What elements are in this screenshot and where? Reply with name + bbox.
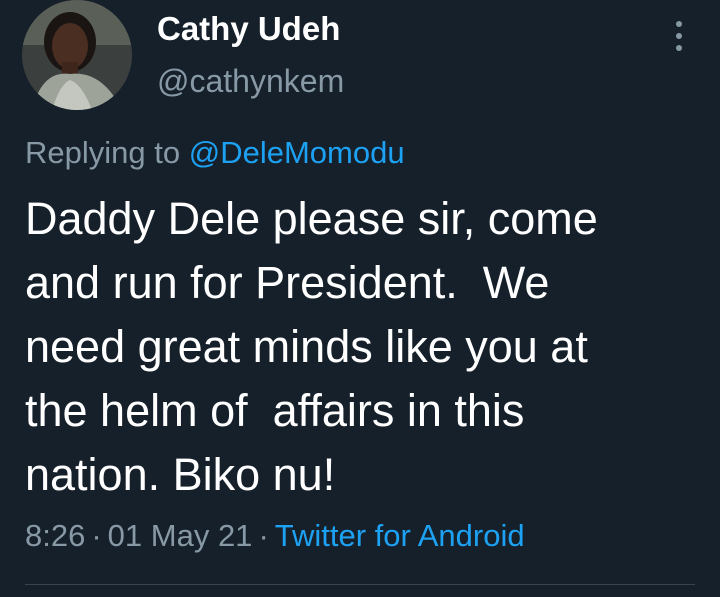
divider xyxy=(25,584,695,585)
tweet-text: Daddy Dele please sir, come and run for … xyxy=(25,193,598,500)
reply-mention-link[interactable]: @DeleMomodu xyxy=(189,135,405,170)
meta-separator: · xyxy=(91,518,102,553)
replying-to-label: Replying to xyxy=(25,135,181,170)
more-vertical-icon-dot xyxy=(676,45,682,51)
tweet-detail: Cathy Udeh @cathynkem Replying to @DeleM… xyxy=(0,0,720,597)
tweet-time[interactable]: 8:26 xyxy=(25,518,85,553)
tweet-date[interactable]: 01 May 21 xyxy=(108,518,253,553)
more-vertical-icon-dot xyxy=(676,33,682,39)
meta-separator: · xyxy=(258,518,269,553)
avatar[interactable] xyxy=(22,0,132,110)
tweet-source-link[interactable]: Twitter for Android xyxy=(275,518,525,553)
display-name[interactable]: Cathy Udeh xyxy=(157,10,340,48)
more-options-button[interactable] xyxy=(664,16,694,56)
more-vertical-icon xyxy=(676,21,682,27)
user-handle[interactable]: @cathynkem xyxy=(157,63,344,100)
tweet-metadata: 8:26 · 01 May 21 · Twitter for Android xyxy=(25,518,525,554)
profile-photo xyxy=(22,0,132,110)
replying-to-line: Replying to @DeleMomodu xyxy=(25,135,405,171)
